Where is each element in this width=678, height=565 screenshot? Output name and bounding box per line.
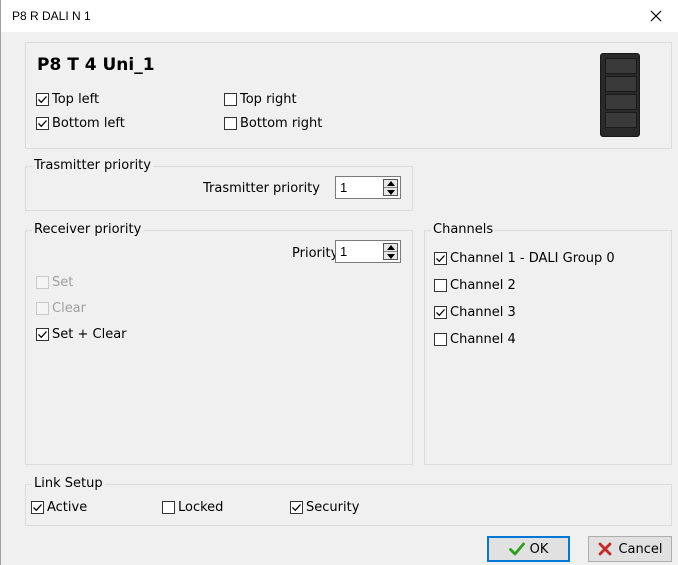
checkmark-icon bbox=[508, 542, 525, 556]
spinner-arrows[interactable] bbox=[383, 243, 398, 260]
transmitter-priority-spinner[interactable] bbox=[335, 176, 401, 199]
checkbox-box[interactable] bbox=[224, 117, 237, 130]
close-icon bbox=[650, 10, 662, 22]
channels-group: Channels Channel 1 - DALI Group 0 Channe… bbox=[424, 222, 672, 465]
checkbox-label: Channel 4 bbox=[450, 332, 516, 347]
spin-up-icon[interactable] bbox=[384, 180, 397, 188]
checkmark-icon bbox=[38, 120, 47, 128]
checkbox-security[interactable]: Security bbox=[290, 500, 359, 515]
checkbox-box[interactable] bbox=[224, 93, 237, 106]
checkbox-box[interactable] bbox=[36, 117, 49, 130]
checkbox-label: Clear bbox=[52, 301, 86, 316]
checkbox-label: Channel 1 - DALI Group 0 bbox=[450, 251, 615, 266]
transmitter-priority-input[interactable] bbox=[338, 179, 378, 196]
checkbox-channel-3[interactable]: Channel 3 bbox=[434, 305, 516, 320]
checkbox-label: Bottom right bbox=[240, 116, 323, 131]
checkmark-icon bbox=[38, 331, 47, 339]
checkbox-label: Top right bbox=[240, 92, 297, 107]
group-label: Receiver priority bbox=[32, 222, 144, 237]
group-label: Link Setup bbox=[32, 476, 105, 491]
checkbox-set[interactable]: Set bbox=[36, 275, 73, 290]
spin-down-icon[interactable] bbox=[384, 252, 397, 260]
checkmark-icon bbox=[38, 96, 47, 104]
checkbox-label: Set bbox=[52, 275, 74, 290]
spinner-arrows[interactable] bbox=[383, 179, 398, 196]
checkbox-label: Channel 3 bbox=[450, 305, 516, 320]
checkbox-locked[interactable]: Locked bbox=[162, 500, 223, 515]
checkbox-label: Set + Clear bbox=[52, 327, 127, 342]
checkbox-bottom-left[interactable]: Bottom left bbox=[36, 116, 125, 131]
checkbox-box[interactable] bbox=[36, 93, 49, 106]
checkbox-label: Channel 2 bbox=[450, 278, 516, 293]
receiver-priority-group: Receiver priority Priority Set Clear Set… bbox=[25, 222, 413, 465]
checkbox-box[interactable] bbox=[162, 501, 175, 514]
cancel-button[interactable]: Cancel bbox=[588, 536, 672, 562]
transmitter-priority-group: Trasmitter priority Trasmitter priority bbox=[25, 158, 413, 211]
device-panel: P8 T 4 Uni_1 Top left Top right Bottom l… bbox=[25, 42, 672, 149]
cancel-label: Cancel bbox=[618, 541, 663, 557]
checkbox-box[interactable] bbox=[31, 501, 44, 514]
checkbox-clear[interactable]: Clear bbox=[36, 301, 86, 316]
checkbox-box[interactable] bbox=[434, 252, 447, 265]
checkbox-box[interactable] bbox=[434, 279, 447, 292]
checkmark-icon bbox=[33, 504, 42, 512]
checkbox-label: Top left bbox=[52, 92, 100, 107]
transmitter-device-icon bbox=[600, 53, 640, 137]
checkbox-box[interactable] bbox=[36, 276, 49, 289]
checkmark-icon bbox=[436, 255, 445, 263]
transmitter-priority-label: Trasmitter priority bbox=[203, 181, 320, 196]
checkbox-box[interactable] bbox=[36, 328, 49, 341]
link-setup-group: Link Setup Active Locked Security bbox=[25, 476, 672, 526]
spin-up-icon[interactable] bbox=[384, 244, 397, 252]
receiver-priority-input[interactable] bbox=[338, 243, 378, 260]
window-title: P8 R DALI N 1 bbox=[12, 9, 91, 23]
receiver-priority-spinner[interactable] bbox=[335, 240, 401, 263]
checkbox-channel-4[interactable]: Channel 4 bbox=[434, 332, 516, 347]
group-label: Channels bbox=[431, 222, 496, 237]
spin-down-icon[interactable] bbox=[384, 188, 397, 196]
group-label: Trasmitter priority bbox=[32, 158, 153, 173]
device-name: P8 T 4 Uni_1 bbox=[37, 55, 155, 75]
dialog-window: P8 R DALI N 1 P8 T 4 Uni_1 Top left Top … bbox=[0, 0, 678, 565]
checkbox-box[interactable] bbox=[434, 333, 447, 346]
checkbox-channel-1[interactable]: Channel 1 - DALI Group 0 bbox=[434, 251, 615, 266]
checkbox-top-right[interactable]: Top right bbox=[224, 92, 297, 107]
checkbox-box[interactable] bbox=[290, 501, 303, 514]
ok-button[interactable]: OK bbox=[487, 536, 570, 562]
close-button[interactable] bbox=[633, 0, 678, 32]
checkbox-label: Active bbox=[47, 500, 88, 515]
checkbox-set-clear[interactable]: Set + Clear bbox=[36, 327, 127, 342]
checkbox-label: Bottom left bbox=[52, 116, 125, 131]
checkmark-icon bbox=[292, 504, 301, 512]
receiver-priority-label: Priority bbox=[292, 246, 339, 261]
title-bar: P8 R DALI N 1 bbox=[1, 0, 678, 32]
checkbox-box[interactable] bbox=[36, 302, 49, 315]
checkbox-channel-2[interactable]: Channel 2 bbox=[434, 278, 516, 293]
checkbox-bottom-right[interactable]: Bottom right bbox=[224, 116, 322, 131]
checkbox-label: Locked bbox=[178, 500, 224, 515]
ok-label: OK bbox=[529, 541, 549, 557]
cancel-x-icon bbox=[599, 542, 612, 556]
checkbox-label: Security bbox=[306, 500, 360, 515]
checkbox-active[interactable]: Active bbox=[31, 500, 87, 515]
checkbox-box[interactable] bbox=[434, 306, 447, 319]
checkmark-icon bbox=[436, 309, 445, 317]
checkbox-top-left[interactable]: Top left bbox=[36, 92, 99, 107]
